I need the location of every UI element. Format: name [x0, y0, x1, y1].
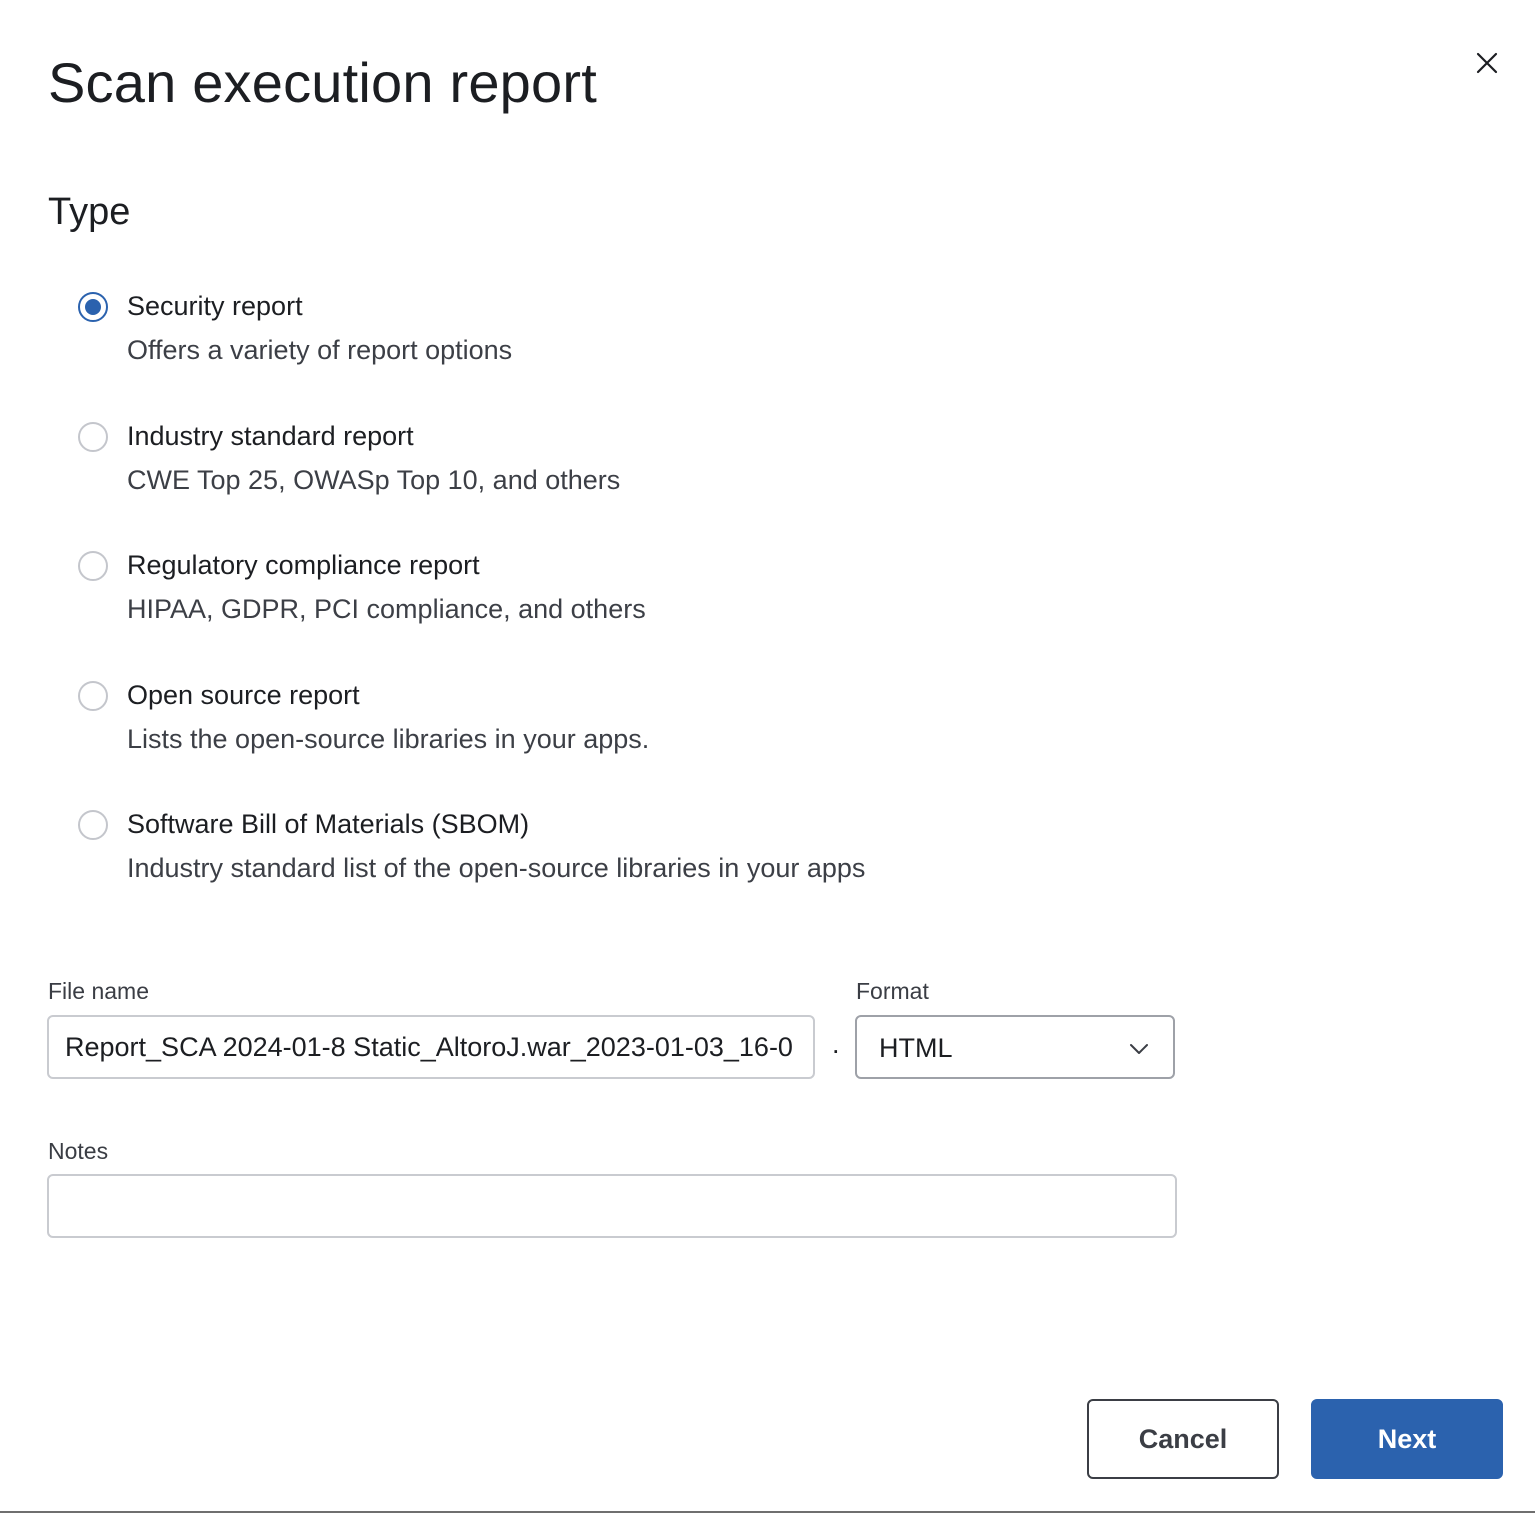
radio-label-open-source: Open source report: [127, 680, 360, 710]
radio-description-security: Offers a variety of report options: [127, 335, 513, 365]
radio-label-industry: Industry standard report: [127, 421, 414, 451]
radio-button-regulatory[interactable]: [78, 551, 108, 581]
format-label: Format: [856, 978, 929, 1004]
next-button[interactable]: Next: [1311, 1399, 1503, 1479]
cancel-button[interactable]: Cancel: [1087, 1399, 1279, 1479]
format-select[interactable]: HTML: [855, 1015, 1175, 1079]
radio-description-sbom: Industry standard list of the open-sourc…: [127, 853, 866, 883]
scan-report-dialog: Scan execution report Type Security repo…: [0, 0, 1535, 1513]
notes-input[interactable]: [47, 1174, 1177, 1238]
radio-button-security[interactable]: [78, 292, 108, 322]
file-name-label: File name: [48, 978, 149, 1004]
notes-label: Notes: [48, 1138, 109, 1164]
radio-description-open-source: Lists the open-source libraries in your …: [127, 724, 650, 754]
radio-option-security[interactable]: Security report Offers a variety of repo…: [78, 291, 978, 392]
radio-option-sbom[interactable]: Software Bill of Materials (SBOM) Indust…: [78, 809, 978, 910]
radio-label-sbom: Software Bill of Materials (SBOM): [127, 809, 530, 839]
format-selected-value: HTML: [879, 1033, 953, 1063]
radio-button-industry[interactable]: [78, 422, 108, 452]
radio-description-regulatory: HIPAA, GDPR, PCI compliance, and others: [127, 594, 646, 624]
extension-separator: .: [832, 1029, 840, 1059]
type-heading: Type: [48, 191, 131, 233]
radio-option-open-source[interactable]: Open source report Lists the open-source…: [78, 680, 978, 781]
dialog-title: Scan execution report: [48, 51, 597, 114]
close-icon: [1476, 52, 1498, 74]
radio-label-security: Security report: [127, 291, 303, 321]
radio-description-industry: CWE Top 25, OWASp Top 10, and others: [127, 465, 621, 495]
radio-button-sbom[interactable]: [78, 810, 108, 840]
radio-button-open-source[interactable]: [78, 681, 108, 711]
radio-option-regulatory[interactable]: Regulatory compliance report HIPAA, GDPR…: [78, 550, 978, 651]
file-name-input[interactable]: Report_SCA 2024-01-8 Static_AltoroJ.war_…: [47, 1015, 815, 1079]
file-name-value: Report_SCA 2024-01-8 Static_AltoroJ.war_…: [65, 1032, 793, 1062]
close-button[interactable]: [1466, 42, 1508, 84]
radio-label-regulatory: Regulatory compliance report: [127, 550, 480, 580]
chevron-down-icon: [1130, 1044, 1148, 1054]
radio-option-industry[interactable]: Industry standard report CWE Top 25, OWA…: [78, 421, 978, 522]
